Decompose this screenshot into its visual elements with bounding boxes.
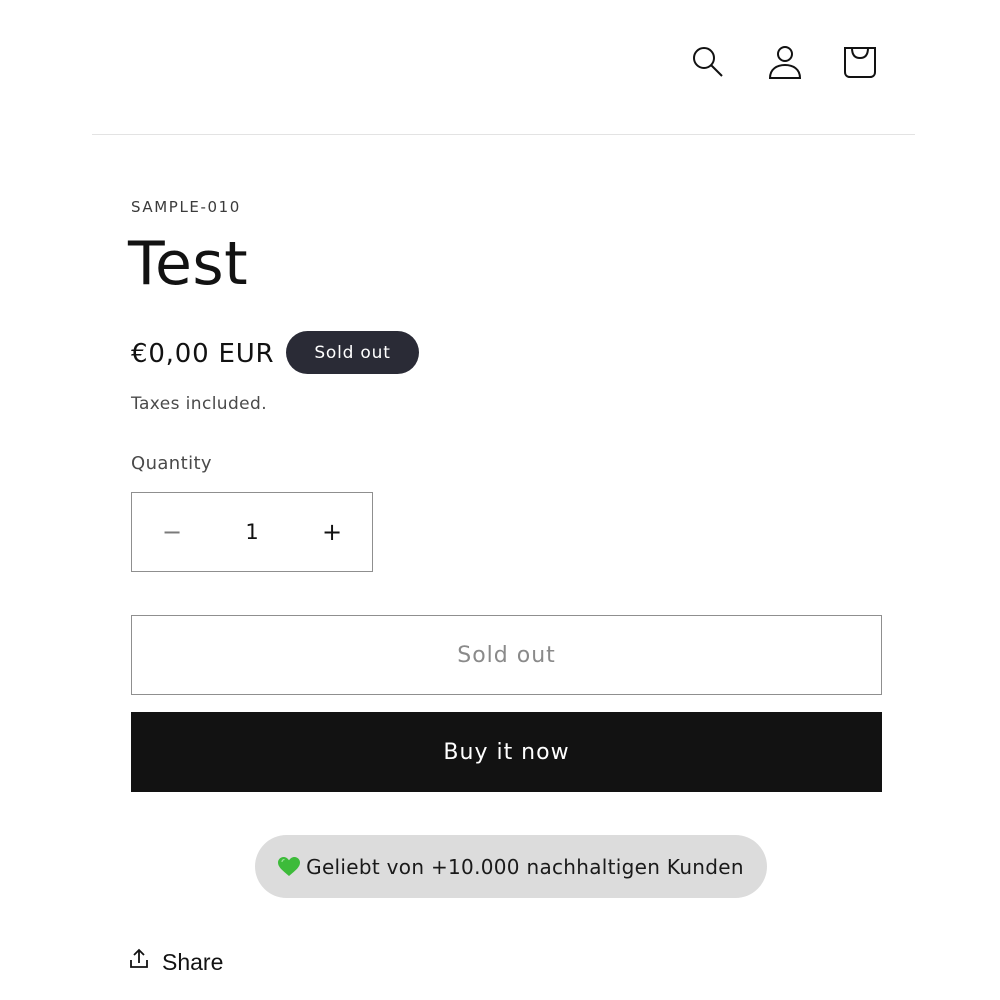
cart-icon[interactable]: [840, 40, 880, 84]
share-icon: [128, 948, 150, 976]
sold-out-badge: Sold out: [286, 331, 419, 374]
product-sku: SAMPLE-010: [131, 198, 241, 216]
quantity-label: Quantity: [131, 453, 212, 474]
site-header: [92, 0, 915, 135]
green-heart-icon: [278, 856, 301, 877]
quantity-increase-button[interactable]: +: [292, 493, 372, 571]
account-icon[interactable]: [765, 40, 805, 84]
social-proof-pill: Geliebt von +10.000 nachhaltigen Kunden: [255, 835, 767, 898]
search-icon[interactable]: [688, 40, 728, 84]
share-label: Share: [162, 948, 224, 975]
buy-now-button[interactable]: Buy it now: [131, 712, 882, 792]
sold-out-button[interactable]: Sold out: [131, 615, 882, 695]
tax-note: Taxes included.: [131, 394, 268, 414]
quantity-stepper: − +: [131, 492, 373, 572]
product-page: SAMPLE-010 Test €0,00 EUR Sold out Taxes…: [0, 0, 1000, 1000]
social-proof-text: Geliebt von +10.000 nachhaltigen Kunden: [306, 854, 744, 879]
product-title: Test: [128, 229, 249, 299]
share-button[interactable]: Share: [128, 942, 223, 982]
quantity-input[interactable]: [212, 493, 292, 571]
quantity-decrease-button[interactable]: −: [132, 493, 212, 571]
product-price: €0,00 EUR: [131, 339, 275, 369]
